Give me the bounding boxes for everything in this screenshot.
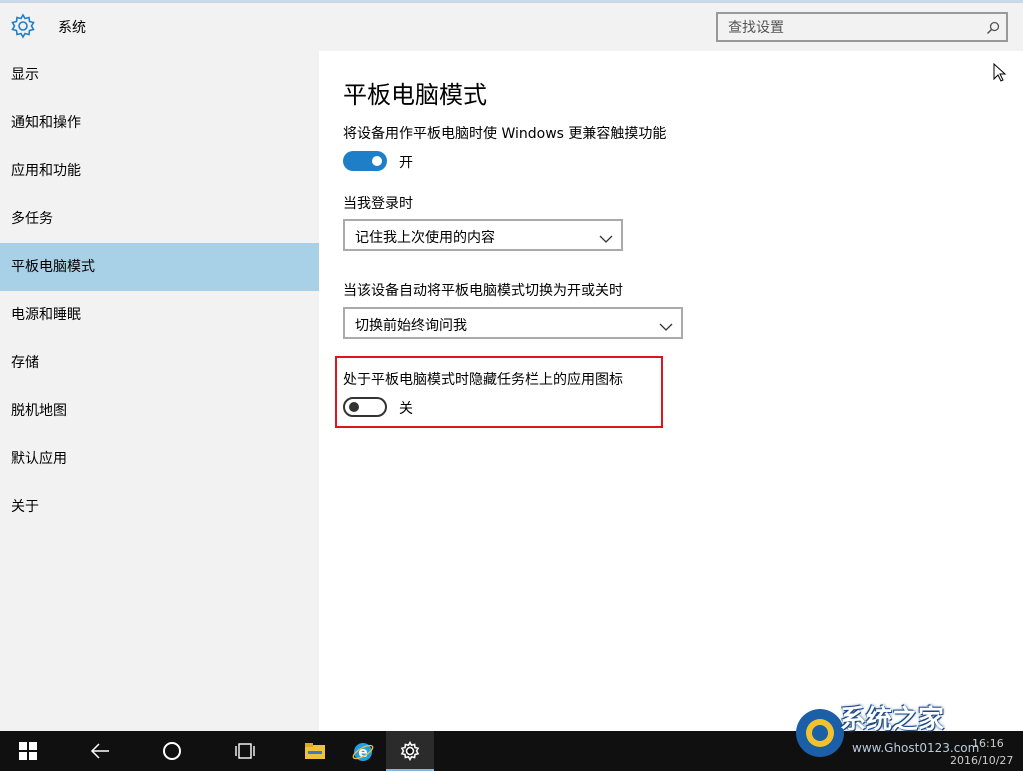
chevron-down-icon	[659, 317, 673, 331]
clock-date[interactable]: 2016/10/27	[950, 754, 1013, 767]
sidebar-item-multitasking[interactable]: 多任务	[0, 195, 319, 243]
switch-setting-label: 当该设备自动将平板电脑模式切换为开或关时	[343, 283, 623, 299]
clock-time[interactable]: 16:16	[972, 737, 1004, 750]
hide-icons-toggle-state: 关	[399, 401, 413, 417]
sidebar-item-offline-maps[interactable]: 脱机地图	[0, 387, 319, 435]
page-title: 平板电脑模式	[343, 81, 487, 109]
search-input[interactable]	[726, 17, 980, 39]
search-icon[interactable]	[986, 20, 1000, 35]
cortana-button[interactable]	[148, 731, 196, 771]
task-view-icon	[235, 743, 255, 759]
start-button[interactable]	[4, 731, 52, 771]
toggle-knob	[349, 402, 359, 412]
red-highlight-box	[335, 356, 663, 428]
sidebar-nav: 显示 通知和操作 应用和功能 多任务 平板电脑模式 电源和睡眠 存储 脱机地图 …	[0, 51, 319, 731]
sidebar-item-display[interactable]: 显示	[0, 51, 319, 99]
settings-gear-icon	[400, 741, 420, 761]
chevron-down-icon	[599, 229, 613, 243]
switch-behavior-dropdown[interactable]: 切换前始终询问我	[343, 307, 683, 339]
back-button[interactable]	[76, 731, 124, 771]
search-box[interactable]	[716, 12, 1008, 42]
watermark-text: 系统之家	[840, 705, 945, 735]
touch-setting-label: 将设备用作平板电脑时使 Windows 更兼容触摸功能	[343, 126, 667, 142]
touch-mode-toggle[interactable]	[343, 151, 387, 171]
dropdown-value: 切换前始终询问我	[355, 318, 467, 334]
back-arrow-icon	[90, 743, 109, 759]
sidebar-item-notifications[interactable]: 通知和操作	[0, 99, 319, 147]
sidebar-item-apps-features[interactable]: 应用和功能	[0, 147, 319, 195]
app-title: 系统	[58, 20, 86, 36]
sidebar-item-default-apps[interactable]: 默认应用	[0, 435, 319, 483]
settings-taskbar-button[interactable]	[386, 731, 434, 771]
settings-gear-icon	[10, 13, 36, 39]
internet-explorer-icon: e	[352, 743, 374, 761]
login-behavior-dropdown[interactable]: 记住我上次使用的内容	[343, 219, 623, 251]
header-bar: 系统	[0, 3, 1023, 51]
sidebar-item-tablet-mode[interactable]: 平板电脑模式	[0, 243, 319, 291]
sidebar-item-about[interactable]: 关于	[0, 483, 319, 531]
mouse-cursor-icon	[993, 62, 1007, 83]
hide-icons-toggle[interactable]	[343, 397, 387, 417]
sidebar-item-storage[interactable]: 存储	[0, 339, 319, 387]
internet-explorer-button[interactable]: e	[338, 731, 386, 771]
file-explorer-button[interactable]	[290, 731, 338, 771]
main-content: 平板电脑模式 将设备用作平板电脑时使 Windows 更兼容触摸功能 开 当我登…	[319, 51, 1023, 731]
folder-icon	[305, 743, 325, 759]
touch-toggle-state: 开	[399, 155, 413, 171]
windows-logo-icon	[19, 742, 37, 760]
cortana-circle-icon	[163, 742, 181, 760]
login-setting-label: 当我登录时	[343, 196, 413, 212]
toggle-knob	[372, 156, 382, 166]
task-view-button[interactable]	[220, 731, 268, 771]
dropdown-value: 记住我上次使用的内容	[355, 230, 495, 246]
sidebar-item-power-sleep[interactable]: 电源和睡眠	[0, 291, 319, 339]
hide-icons-label: 处于平板电脑模式时隐藏任务栏上的应用图标	[343, 372, 623, 388]
watermark-url: www.Ghost0123.com	[852, 741, 980, 755]
